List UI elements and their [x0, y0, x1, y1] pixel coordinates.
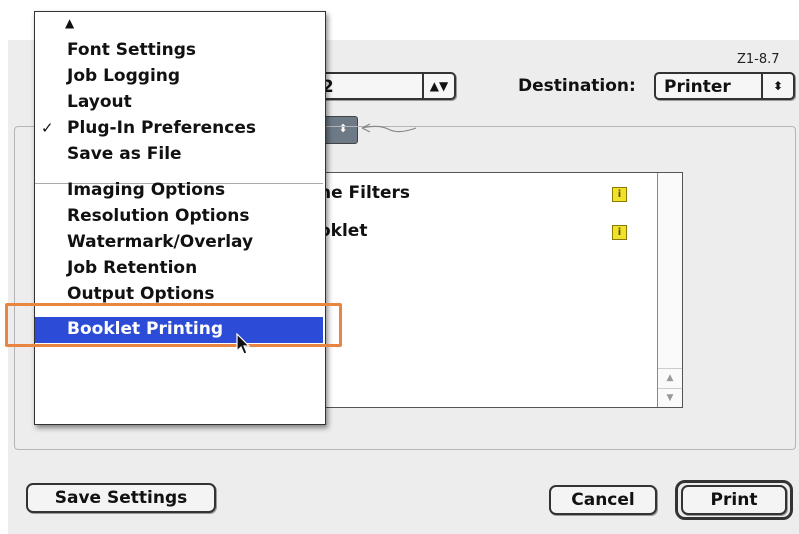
callout-highlight — [5, 303, 342, 347]
info-icon[interactable]: i — [612, 225, 627, 240]
menu-item-job-retention[interactable]: Job Retention — [35, 256, 323, 280]
destination-popup-value: Printer — [664, 77, 731, 97]
scroll-up-arrow-icon[interactable]: ▲ — [658, 368, 682, 387]
list-item[interactable]: ne Filters — [319, 183, 410, 203]
checkmark-icon: ✓ — [41, 119, 54, 137]
menu-item-job-logging[interactable]: Job Logging — [35, 64, 323, 88]
scroll-up-arrow-icon[interactable]: ▲ — [65, 16, 74, 30]
menu-item-resolution-options[interactable]: Resolution Options — [35, 204, 323, 228]
menu-item-label: Imaging Options — [67, 180, 226, 200]
updown-arrows-icon: ⬍ — [761, 74, 793, 98]
destination-label: Destination: — [518, 76, 636, 96]
info-icon[interactable]: i — [612, 187, 627, 202]
version-label: Z1-8.7 — [737, 52, 780, 67]
menu-item-label: Plug-In Preferences — [67, 118, 257, 138]
menu-item-layout[interactable]: Layout — [35, 90, 323, 114]
menu-item-save-as-file[interactable]: Save as File — [35, 142, 323, 166]
pointer-tail-icon — [361, 123, 417, 133]
menu-item-label: Resolution Options — [67, 206, 250, 226]
destination-popup[interactable]: Printer ⬍ — [654, 72, 795, 100]
mouse-pointer-icon — [236, 333, 251, 355]
scroll-down-arrow-icon[interactable]: ▼ — [658, 388, 682, 407]
menu-item-imaging-options[interactable]: Imaging Options — [35, 178, 323, 202]
menu-item-label: Layout — [67, 92, 132, 112]
menu-item-label: Job Retention — [67, 258, 198, 278]
list-item[interactable]: oklet — [319, 221, 367, 241]
menu-item-watermark-overlay[interactable]: Watermark/Overlay — [35, 230, 323, 254]
save-settings-button[interactable]: Save Settings — [26, 483, 216, 513]
print-button[interactable]: Print — [681, 485, 787, 515]
list-scrollbar[interactable]: ▲ ▼ — [657, 173, 682, 407]
menu-item-plug-in-preferences[interactable]: ✓ Plug-In Preferences — [35, 116, 323, 140]
menu-item-label: Font Settings — [67, 40, 196, 60]
plugin-list[interactable]: ne Filters i oklet i ▲ ▼ — [278, 172, 683, 408]
menu-item-label: Watermark/Overlay — [67, 232, 254, 252]
menu-item-label: Job Logging — [67, 66, 181, 86]
updown-arrows-icon: ▲▼ — [422, 74, 454, 98]
panel-dropdown-menu[interactable]: ▲ Font Settings Job Logging Layout ✓ Plu… — [34, 11, 326, 425]
menu-item-label: Save as File — [67, 144, 182, 164]
cancel-button[interactable]: Cancel — [549, 485, 657, 515]
menu-item-font-settings[interactable]: Font Settings — [35, 38, 323, 62]
